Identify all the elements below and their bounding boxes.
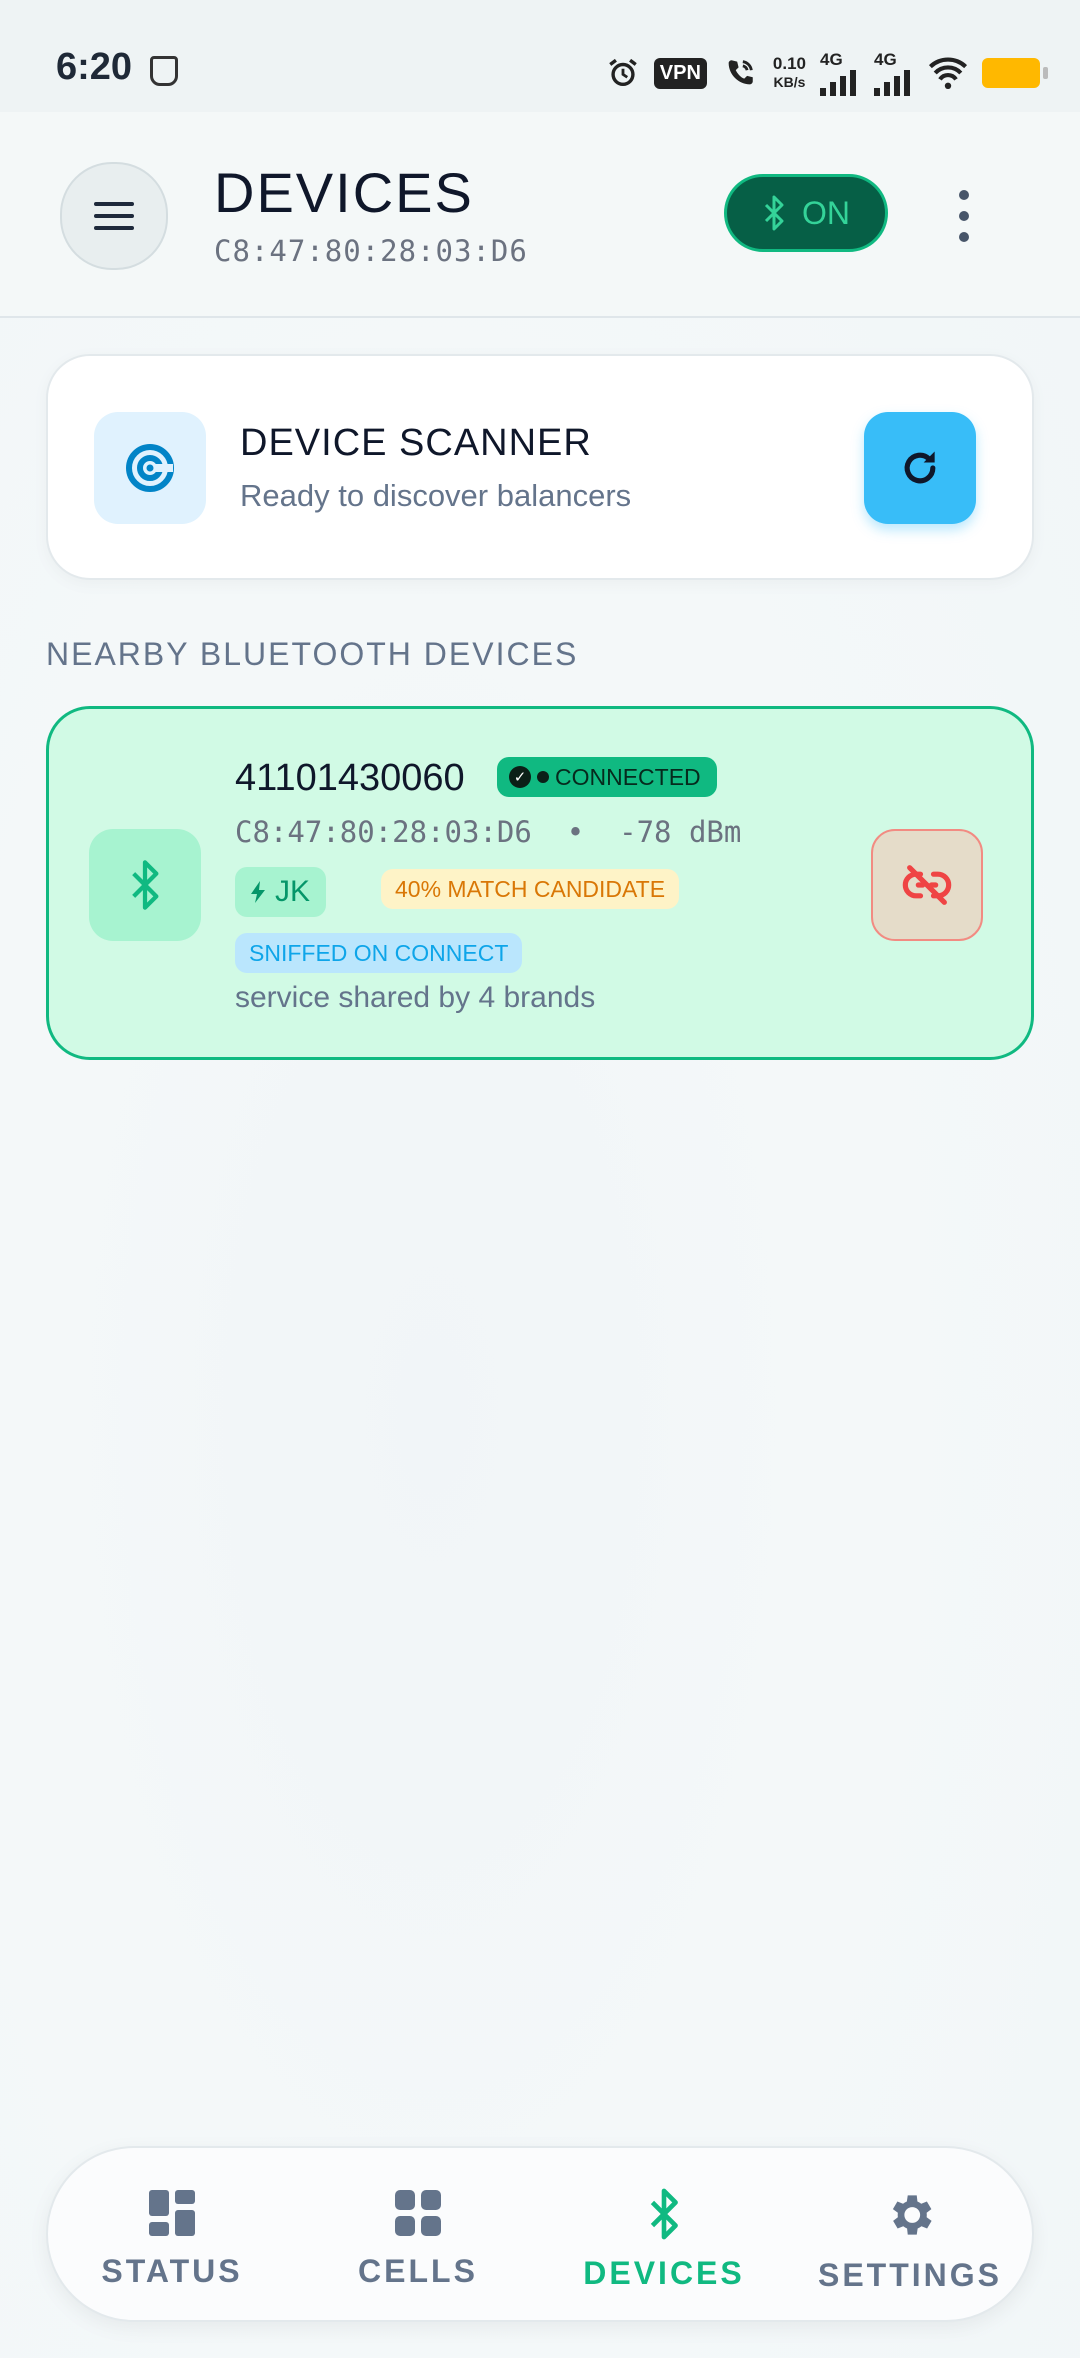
bluetooth-icon (89, 829, 201, 941)
page-title: DEVICES (214, 161, 474, 224)
signal-1: 4G (820, 50, 860, 96)
nav-cells[interactable]: CELLS (298, 2188, 538, 2290)
gear-icon (892, 2195, 932, 2235)
dashboard-icon (149, 2190, 195, 2236)
refresh-icon (904, 451, 936, 484)
menu-button[interactable] (60, 162, 168, 270)
alarm-icon (609, 58, 637, 87)
bluetooth-icon (764, 195, 784, 231)
connected-label: CONNECTED (555, 763, 701, 790)
nav-cells-label: CELLS (358, 2253, 478, 2289)
bluetooth-toggle[interactable]: ON (724, 174, 888, 252)
connected-badge: ✓ CONNECTED (497, 757, 717, 797)
nav-devices-label: DEVICES (583, 2255, 745, 2291)
status-dot-icon (537, 771, 549, 783)
scan-refresh-button[interactable] (864, 412, 976, 524)
scanner-title: DEVICE SCANNER (240, 422, 592, 464)
device-name: 41101430060 (235, 757, 465, 799)
nav-settings-label: SETTINGS (817, 2257, 1002, 2293)
network-speed: 0.10 KB/s (773, 55, 806, 91)
hamburger-icon (94, 202, 134, 230)
device-note: service shared by 4 brands (235, 981, 596, 1014)
vpn-badge: VPN (653, 57, 707, 89)
check-circle-icon: ✓ (509, 766, 531, 788)
brand-label: JK (275, 875, 311, 908)
speed-unit: KB/s (773, 74, 806, 90)
signal-icon (874, 70, 910, 96)
sniffed-chip: SNIFFED ON CONNECT (235, 933, 523, 973)
signal-2: 4G (874, 50, 914, 96)
status-icons: VPN 0.10 KB/s 4G 4G (606, 50, 1048, 96)
brand-chip: JK (235, 867, 327, 917)
lightning-icon (251, 881, 265, 903)
bluetooth-toggle-label: ON (802, 194, 850, 231)
device-mac-rssi: C8:47:80:28:03:D6 • -78 dBm (235, 815, 742, 849)
nav-settings[interactable]: SETTINGS (790, 2188, 1030, 2294)
more-options-button[interactable] (954, 190, 974, 250)
network-type-2: 4G (874, 50, 897, 69)
unlink-icon (902, 865, 952, 905)
kebab-dot (959, 190, 969, 200)
device-list-item[interactable]: 41101430060 ✓ CONNECTED C8:47:80:28:03:D… (46, 706, 1034, 1060)
app-header: DEVICES C8:47:80:28:03:D6 ON (0, 112, 1080, 318)
status-bar: 6:20 VPN 0.10 KB/s 4G 4G (0, 0, 1080, 112)
nav-status[interactable]: STATUS (52, 2188, 292, 2290)
grid-icon (395, 2190, 441, 2236)
kebab-dot (959, 211, 969, 221)
bottom-navigation: STATUS CELLS DEVICES SETTINGS (46, 2146, 1034, 2322)
nav-status-label: STATUS (101, 2253, 243, 2289)
wifi-icon (928, 57, 968, 89)
kebab-dot (959, 232, 969, 242)
radar-icon (94, 412, 206, 524)
battery-icon (982, 58, 1048, 88)
bluetooth-icon (650, 2188, 678, 2240)
match-candidate-chip: 40% MATCH CANDIDATE (381, 869, 680, 909)
status-time: 6:20 (56, 46, 133, 88)
network-type-1: 4G (820, 50, 843, 69)
device-scanner-card: DEVICE SCANNER Ready to discover balance… (46, 354, 1034, 580)
scanner-subtitle: Ready to discover balancers (240, 478, 632, 513)
signal-icon (820, 70, 856, 96)
device-mac-address: C8:47:80:28:03:D6 (214, 234, 528, 268)
disconnect-button[interactable] (871, 829, 983, 941)
nearby-devices-heading: NEARBY BLUETOOTH DEVICES (46, 636, 579, 672)
nav-devices[interactable]: DEVICES (544, 2188, 784, 2292)
wifi-call-icon (728, 60, 753, 85)
speed-value: 0.10 (772, 54, 806, 73)
shield-icon (150, 56, 178, 86)
